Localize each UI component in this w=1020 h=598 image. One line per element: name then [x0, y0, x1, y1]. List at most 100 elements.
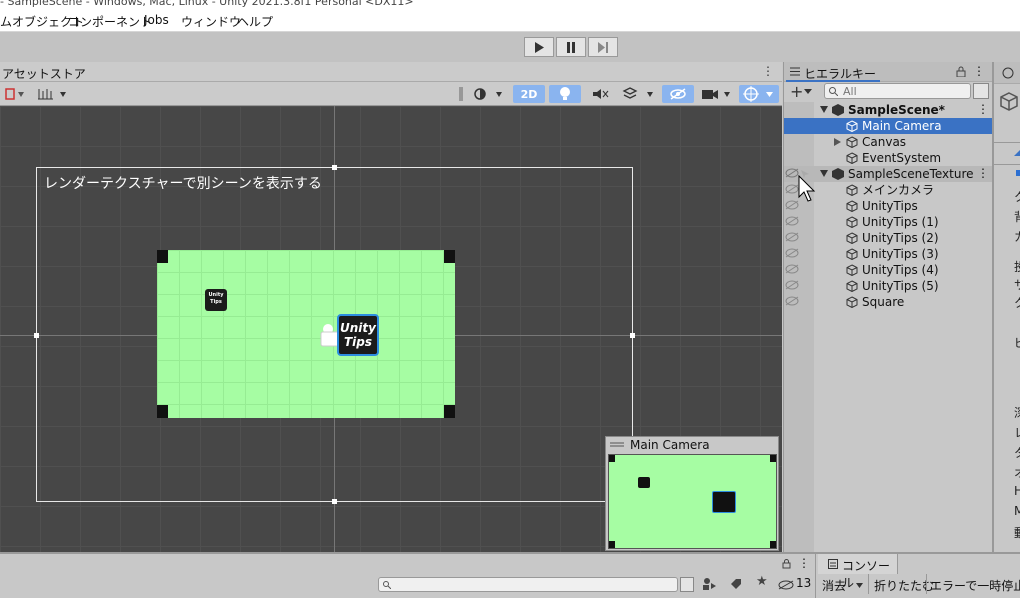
menu-component[interactable]: コンポーネント — [68, 13, 152, 30]
hierarchy-row-scene[interactable]: SampleScene* ⋮ — [784, 102, 993, 118]
eye-hidden-icon[interactable] — [785, 232, 799, 242]
eye-hidden-icon[interactable] — [785, 184, 799, 194]
eye-hidden-icon[interactable] — [785, 264, 799, 274]
rect-handle-right[interactable] — [630, 333, 635, 338]
eye-hidden-icon[interactable] — [785, 248, 799, 258]
transform-tool-icon[interactable] — [0, 85, 30, 103]
camera-settings-icon[interactable] — [699, 85, 735, 103]
chevron-down-icon[interactable] — [804, 89, 812, 94]
lock-icon[interactable] — [782, 559, 791, 569]
logo-line2: Tips — [343, 335, 373, 349]
hierarchy-row[interactable]: UnityTips (4) — [784, 262, 993, 278]
inspector-field-label: ク — [1014, 294, 1020, 311]
panel-menu-icon[interactable]: ⋮ — [762, 64, 774, 78]
menu-help[interactable]: ヘルプ — [237, 13, 273, 30]
drag-handle-icon[interactable] — [610, 442, 624, 448]
inspector-tab-bar[interactable] — [994, 62, 1020, 84]
eye-hidden-icon[interactable] — [785, 280, 799, 290]
clear-button[interactable]: 消去 — [822, 577, 846, 594]
hierarchy-label: Main Camera — [862, 119, 942, 133]
favorites-star-icon[interactable]: ★ — [756, 574, 768, 589]
hierarchy-row[interactable]: EventSystem — [784, 150, 993, 166]
search-filter-icon[interactable] — [680, 577, 694, 592]
eye-hidden-icon[interactable] — [785, 296, 799, 306]
inspector-field-label: M — [1014, 504, 1020, 518]
pause-button[interactable] — [556, 37, 586, 57]
search-icon — [829, 87, 838, 96]
divider — [994, 164, 1020, 165]
hierarchy-search-input[interactable]: All — [824, 83, 971, 99]
expand-arrow-icon[interactable] — [820, 106, 828, 113]
add-button[interactable]: + — [790, 82, 803, 101]
label-icon[interactable] — [730, 578, 742, 590]
effects-toggle-icon[interactable] — [619, 85, 659, 103]
gameobject-icon — [846, 296, 858, 308]
hierarchy-row[interactable]: UnityTips (5) — [784, 278, 993, 294]
mini-unity-tips-logo — [712, 491, 736, 513]
chevron-down-icon[interactable] — [856, 583, 863, 588]
corner-tip-icon — [444, 405, 455, 418]
hidden-objects-icon[interactable] — [662, 85, 694, 103]
rect-handle-left[interactable] — [34, 333, 39, 338]
corner-tip-icon — [157, 250, 168, 263]
hierarchy-menu-icon[interactable]: ⋮ — [973, 64, 985, 78]
corner-tip-icon — [770, 455, 776, 462]
info-icon — [1002, 67, 1014, 79]
eye-hidden-icon[interactable] — [785, 216, 799, 226]
small-logo-line2: Tips — [210, 299, 222, 305]
project-search-input[interactable] — [378, 577, 678, 592]
camera-preview-titlebar[interactable]: Main Camera — [606, 437, 778, 453]
hierarchy-row[interactable]: UnityTips (3) — [784, 246, 993, 262]
collapse-button[interactable]: 折りたたむ — [874, 577, 934, 594]
render-texture-image[interactable]: Unity Tips Unity Tips — [157, 250, 455, 418]
hierarchy-label: SampleScene* — [848, 103, 945, 117]
console-tab[interactable]: コンソール — [818, 554, 898, 590]
search-filter-icon[interactable] — [973, 83, 989, 99]
search-icon — [383, 581, 391, 589]
window-title: - SampleScene - Windows, Mac, Linux - Un… — [0, 0, 414, 8]
row-menu-icon[interactable]: ⋮ — [977, 102, 989, 116]
hierarchy-row-selected[interactable]: Main Camera — [784, 118, 993, 134]
hierarchy-row[interactable]: UnityTips (1) — [784, 214, 993, 230]
inspector-field-label: 投 — [1014, 258, 1020, 275]
step-button[interactable] — [588, 37, 618, 57]
hierarchy-row[interactable]: Square — [784, 294, 993, 310]
corner-tip-icon — [609, 541, 615, 548]
mode-2d-button[interactable]: 2D — [513, 85, 545, 103]
hierarchy-row[interactable]: UnityTips (2) — [784, 230, 993, 246]
menu-jobs[interactable]: Jobs — [144, 13, 169, 27]
gizmo-grid-icon[interactable] — [34, 85, 72, 103]
row-menu-icon[interactable]: ⋮ — [977, 166, 989, 180]
gameobject-icon — [846, 120, 858, 132]
unity-scene-icon — [832, 168, 844, 180]
rect-handle-bottom[interactable] — [332, 499, 337, 504]
hidden-count: 13 — [796, 576, 812, 590]
eye-hidden-icon[interactable] — [778, 580, 794, 590]
camera-preview-window[interactable]: Main Camera — [605, 436, 779, 551]
gizmos-toggle-icon[interactable] — [739, 85, 779, 103]
scene-viewport[interactable]: レンダーテクスチャーで別シーンを表示する Unity Tips Unity Ti… — [0, 106, 782, 552]
hierarchy-tab-bar: ヒエラルキー ⋮ — [784, 62, 993, 82]
asset-store-tab[interactable]: アセットストア — [2, 65, 86, 82]
eye-hidden-icon[interactable] — [785, 200, 799, 210]
expand-arrow-icon[interactable] — [1014, 148, 1020, 158]
rect-handle-top[interactable] — [332, 165, 337, 170]
play-button[interactable] — [524, 37, 554, 57]
inspector-field-label: ク — [1014, 188, 1020, 205]
small-logo-line1: Unity — [208, 292, 224, 298]
lock-icon[interactable] — [956, 66, 966, 77]
panel-menu-icon[interactable]: ⋮ — [798, 556, 810, 570]
filter-type-icon[interactable] — [702, 577, 718, 591]
play-icon — [535, 41, 544, 53]
expand-arrow-icon[interactable] — [820, 170, 828, 177]
audio-mute-icon[interactable] — [586, 85, 614, 103]
shading-mode-icon[interactable] — [470, 85, 508, 103]
eye-hidden-icon[interactable] — [785, 168, 799, 178]
lighting-toggle-icon[interactable] — [549, 85, 581, 103]
gameobject-icon — [846, 200, 858, 212]
inspector-field-label: オ — [1014, 464, 1020, 481]
menu-window[interactable]: ウィンドウ — [181, 13, 241, 30]
expand-arrow-icon[interactable] — [834, 138, 841, 146]
hierarchy-row[interactable]: Canvas — [784, 134, 993, 150]
error-pause-button[interactable]: エラーで一時停止 — [930, 577, 1020, 594]
